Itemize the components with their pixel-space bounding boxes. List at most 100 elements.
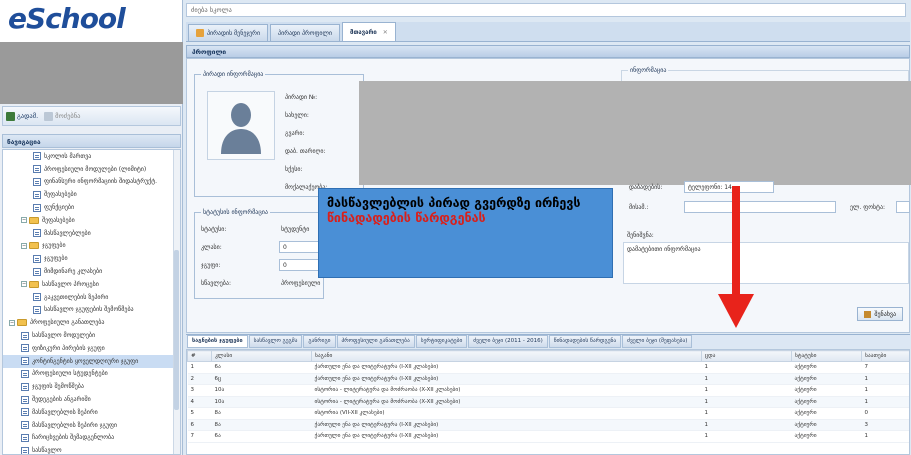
close-icon[interactable]: ✕ — [383, 29, 388, 36]
tab-profile[interactable]: პირადი პროფილი — [270, 24, 341, 41]
table-cell: 1 — [861, 373, 909, 385]
bottom-tab[interactable]: ძველი ბეჯი (შეფასება) — [622, 335, 693, 348]
table-row[interactable]: 5 8ა ისტორია (VII-XII კლასები) 1 აქტიური 0 — [187, 407, 909, 420]
tab-manager[interactable]: პირადის მენეჯერი — [188, 24, 269, 41]
bottom-tab[interactable]: განრიგი — [303, 335, 336, 348]
tree-item[interactable]: მასწავლებლის ზეპირი ჯგუფი — [3, 419, 180, 432]
bottom-tab[interactable]: პროფესიული განათლება — [336, 335, 415, 348]
toolbar-button-2[interactable]: მოძებნა — [44, 111, 80, 121]
contact-label-1: დაბადების: — [629, 184, 663, 191]
callout-line-1: მასწავლებლის პირად გვერდზე ირჩევს — [327, 195, 581, 210]
table-row[interactable]: 4 10ა ისტორია - ლიტერატურა და მოძრაობა (X-… — [187, 396, 909, 408]
tree-item[interactable]: ჯგუფები — [3, 252, 180, 265]
status-label-3: სწავლება: — [201, 280, 231, 287]
tree-item-label: სასწავლო პროცესი — [42, 280, 99, 288]
tree-item[interactable]: ფიზიკური პირების ჯგუფი — [3, 342, 180, 355]
grid-column-header[interactable]: საათები — [861, 350, 909, 362]
expand-toggle-icon[interactable]: − — [21, 281, 27, 288]
tree-item[interactable]: − შეფასებები — [3, 214, 180, 227]
tree-item[interactable]: კონტინგენტის ყოველდღიური ჯგუფი — [3, 354, 180, 368]
table-row[interactable]: 1 6ა ქართული ენა და ლიტერატურა (I-XII კლას… — [187, 361, 909, 374]
tree-item[interactable]: სასწავლო ჯგუფების შემოწმება — [3, 304, 180, 317]
grid-column-header[interactable]: # — [187, 350, 212, 362]
status-label-0: სტატუსი: — [201, 226, 227, 233]
table-cell: ქართული ენა და ლიტერატურა (I-XII კლასები… — [311, 373, 702, 385]
tree-item[interactable]: პროფესიული მოდულები (ლიმიტი) — [3, 163, 180, 176]
tree-item-label: ჯგუფები — [44, 255, 68, 263]
bottom-tab[interactable]: სასწავლო გეგმა — [248, 335, 303, 348]
tree-item[interactable]: ჯგუფის შემოწმება — [3, 380, 180, 393]
search-input[interactable]: ძიება სკოლა — [186, 3, 906, 17]
tree-scrollbar[interactable] — [173, 150, 180, 454]
personal-field-surname: გვარი: — [285, 130, 305, 137]
tree-item[interactable]: მასწავლებლები — [3, 227, 180, 240]
expand-toggle-icon[interactable]: − — [9, 319, 15, 326]
email-field[interactable] — [896, 201, 910, 213]
tree-item[interactable]: შედეგების ანგარიში — [3, 393, 180, 406]
table-cell: აქტიური — [791, 419, 862, 431]
bottom-tab[interactable]: სერტიფიკატები — [415, 335, 468, 348]
tree-item[interactable]: − პროფესიული განათლება — [3, 316, 180, 329]
save-button[interactable]: შენახვა — [857, 307, 903, 321]
bottom-tab[interactable]: საგნების ჯგუფები — [187, 335, 248, 348]
tree-item[interactable]: − სასწავლო პროცესი — [3, 278, 180, 291]
document-icon — [33, 203, 41, 212]
table-cell: 3 — [861, 419, 909, 431]
bottom-tab[interactable]: წინადადების წარდგენა — [548, 335, 622, 348]
table-row[interactable]: 3 10ა ისტორია - ლიტერატურა და მოძრაობა (X-… — [187, 384, 909, 397]
tree-item[interactable]: ფინანსური ინფორმაციის შიდასტრუქტ. — [3, 176, 180, 189]
tree-item[interactable]: სასწავლო მოდულები — [3, 329, 180, 342]
table-cell: 1 — [861, 430, 909, 443]
tree-item[interactable]: პროფესიული სტუდენტები — [3, 368, 180, 381]
tab-main[interactable]: მთავარი ✕ — [342, 22, 396, 41]
table-row[interactable]: 6 8ა ქართული ენა და ლიტერატურა (I-XII კლას… — [187, 419, 909, 431]
table-cell: 6ა — [211, 361, 312, 374]
bottom-tab[interactable]: ძველი ბეჯი (2011 - 2016) — [468, 335, 548, 348]
tree-item[interactable]: − ჯგუფები — [3, 240, 180, 253]
tree-item[interactable]: სასწავლო — [3, 444, 180, 454]
redacted-block — [359, 81, 911, 185]
notes-textarea[interactable]: დამატებითი ინფორმაცია — [623, 242, 909, 284]
tree-item[interactable]: ჩარიცხვების შემადგენლობა — [3, 432, 180, 445]
tree-item-label: ჩარიცხვების შემადგენლობა — [32, 434, 115, 442]
table-cell: ისტორია - ლიტერატურა და მოძრაობა (X-XII … — [311, 396, 702, 408]
expand-toggle-icon[interactable]: − — [21, 242, 27, 249]
sidebar-toolbar: გადამ. მოძებნა — [2, 106, 181, 126]
table-row[interactable]: 7 6ა ქართული ენა და ლიტერატურა (I-XII კლას… — [187, 430, 909, 443]
tree-item-label: პროფესიული სტუდენტები — [32, 370, 108, 378]
tree-item[interactable]: შეფასებები — [3, 188, 180, 201]
callout-line-2: წინადადების წარდგენას — [327, 210, 486, 225]
status-label-1: კლასი: — [201, 244, 222, 251]
tree-item[interactable]: მასწავლებლის ზეპირი — [3, 406, 180, 419]
tree-item-label: შედეგების ანგარიში — [32, 396, 91, 404]
address-field[interactable] — [684, 201, 836, 213]
red-arrow-icon — [718, 186, 754, 328]
tree-item[interactable]: მიმდინარე კლასები — [3, 265, 180, 278]
table-row[interactable]: 2 6ც ქართული ენა და ლიტერატურა (I-XII კლას… — [187, 373, 909, 385]
tree-item[interactable]: ფუნქციები — [3, 201, 180, 214]
annotation-callout: მასწავლებლის პირად გვერდზე ირჩევს წინადა… — [318, 188, 613, 278]
grid-column-header[interactable]: ცდა — [701, 350, 792, 362]
table-cell: 1 — [701, 430, 792, 443]
table-cell: 2 — [187, 373, 212, 385]
tree-item-label: კონტინგენტის ყოველდღიური ჯგუფი — [32, 357, 139, 365]
grid-column-header[interactable]: კლასი — [211, 350, 312, 362]
exit-icon — [6, 111, 15, 121]
table-cell: 10ა — [211, 396, 312, 408]
personal-info-group: პირადი ინფორმაცია პირადი №: სახელი: გვარ… — [194, 71, 364, 197]
expand-toggle-icon[interactable]: − — [21, 217, 27, 224]
notes-label: შენიშვნა: — [627, 232, 654, 239]
grid-column-header[interactable]: საგანი — [311, 350, 702, 362]
grid-column-header[interactable]: სტატუსი — [791, 350, 862, 362]
tree-item[interactable]: სკოლის მართვა — [3, 150, 180, 163]
tree-item-label: პროფესიული მოდულები (ლიმიტი) — [44, 165, 147, 173]
tree-item-label: მიმდინარე კლასები — [44, 268, 103, 276]
tree-scrollbar-thumb[interactable] — [174, 250, 179, 410]
table-cell: 6ც — [211, 373, 312, 385]
tree-item[interactable]: გაკვეთილების ზეპირი — [3, 291, 180, 304]
toolbar-button-1[interactable]: გადამ. — [6, 111, 38, 121]
group-field[interactable]: 0 — [279, 259, 319, 271]
class-field[interactable]: 0 — [279, 241, 319, 253]
table-cell: ისტორია - ლიტერატურა და მოძრაობა (X-XII … — [311, 384, 702, 397]
tree-item-label: ფინანსური ინფორმაციის შიდასტრუქტ. — [44, 178, 158, 186]
